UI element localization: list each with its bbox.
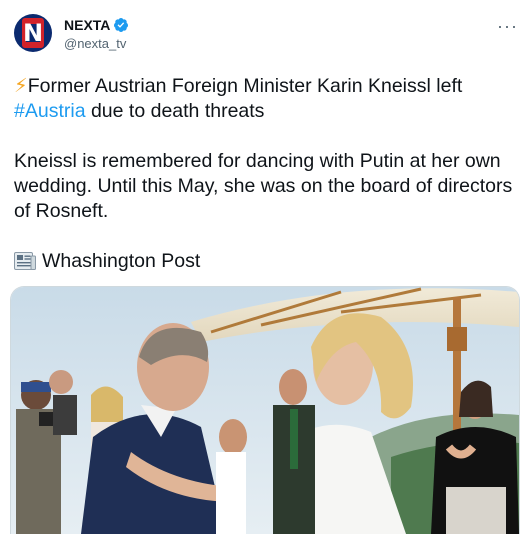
wedding-photo — [11, 287, 519, 534]
more-options-icon[interactable]: ··· — [497, 16, 518, 37]
tweet-card: N NEXTA @nexta_tv ··· ⚡Former Austrian F… — [0, 0, 532, 534]
lightning-icon: ⚡ — [14, 75, 28, 97]
hashtag-link[interactable]: #Austria — [14, 100, 86, 122]
verified-badge-icon — [114, 18, 129, 32]
name-row: NEXTA — [64, 17, 129, 33]
newspaper-icon — [14, 252, 36, 270]
account-handle[interactable]: @nexta_tv — [64, 36, 126, 51]
tweet-headline: ⚡Former Austrian Foreign Minister Karin … — [14, 75, 463, 122]
tweet-paragraph: Kneissl is remembered for dancing with P… — [14, 150, 513, 222]
tweet-text: ⚡Former Austrian Foreign Minister Karin … — [14, 74, 514, 274]
tweet-photo[interactable] — [10, 286, 520, 534]
display-name[interactable]: NEXTA — [64, 17, 110, 33]
avatar[interactable]: N — [14, 14, 52, 52]
tweet-source: Whashington Post — [14, 249, 514, 274]
tweet-header: N NEXTA @nexta_tv ··· — [14, 14, 518, 58]
